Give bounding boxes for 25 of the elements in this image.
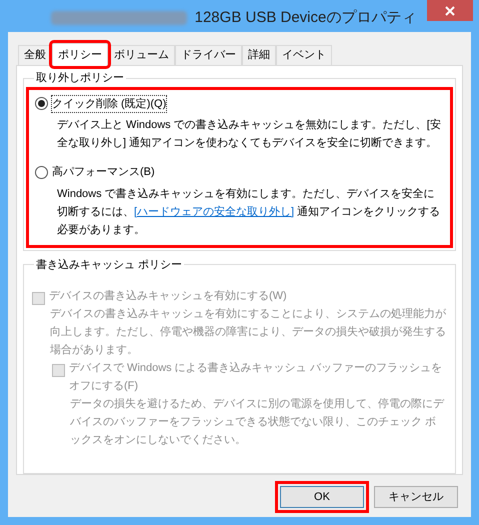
group-title: 取り外しポリシー — [35, 71, 125, 86]
tab[interactable]: イベント — [276, 45, 332, 65]
group-title: 書き込みキャッシュ ポリシー — [35, 258, 184, 272]
tab[interactable]: 詳細 — [242, 45, 276, 65]
radio-label: 高パフォーマンス(B) — [52, 164, 155, 180]
radio-label: クイック削除 (既定)(Q) — [52, 96, 166, 112]
radio-button[interactable] — [35, 166, 48, 179]
checkbox-label: デバイスで Windows による書き込みキャッシュ バッファーのフラッシュをオフにする(F) — [69, 361, 443, 394]
close-icon — [445, 6, 455, 16]
safe-removal-link[interactable]: [ハードウェアの安全な取り外し] — [134, 206, 294, 218]
close-button[interactable] — [427, 0, 473, 21]
window-title: 128GB USB Deviceのプロパティ — [194, 8, 416, 28]
option-description: デバイス上と Windows での書き込みキャッシュを無効にします。ただし、[安全な取り外し] 通知アイコンを使わなくてもデバイスを安全に切断できます。 — [57, 118, 442, 151]
tab[interactable]: 全般 — [18, 45, 52, 65]
radio-button[interactable] — [35, 97, 48, 110]
blurred-text-icon — [50, 11, 187, 26]
dialog-button[interactable]: キャンセル — [374, 486, 458, 508]
dialog-button[interactable]: OK — [280, 486, 364, 508]
option-description: デバイスの書き込みキャッシュを有効にすることにより、システムの処理能力が向上します。ただし、停電や機器の障害により、データの損失や破損が発生する場合があります。 — [50, 307, 447, 358]
checkbox-label: デバイスの書き込みキャッシュを有効にする(W) — [49, 289, 287, 304]
tab[interactable]: ドライバー — [175, 45, 242, 65]
option-description: Windows で書き込みキャッシュを有効にします。ただし、デバイスを安全に切断するには、[ハードウェアの安全な取り外し] 通知アイコンをクリックする必要があります。 — [57, 186, 442, 238]
option-description: データの損失を避けるため、デバイスに別の電源を使用して、停電の際にデバイスのバッファーをフラッシュできる状態でない限り、このチェック ボックスをオンにしないでください。 — [70, 396, 446, 448]
tab[interactable]: ボリューム — [108, 45, 175, 65]
tab[interactable]: ポリシー — [52, 43, 108, 66]
